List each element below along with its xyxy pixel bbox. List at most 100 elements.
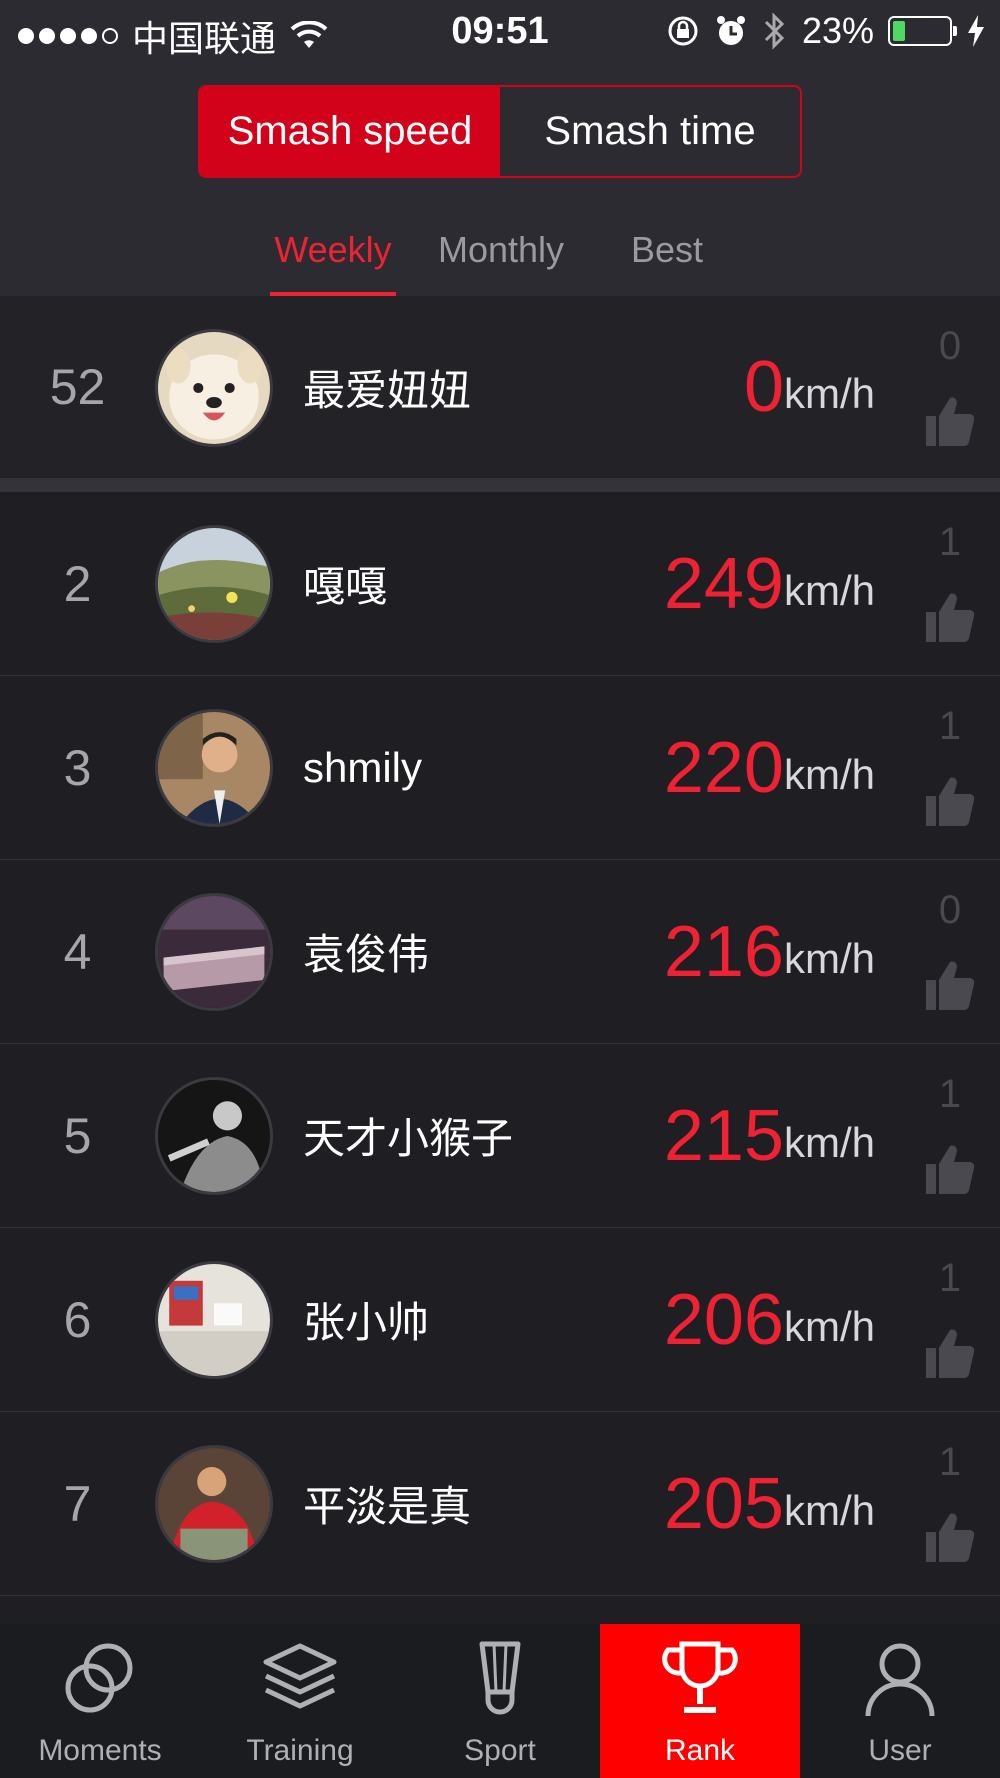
thumbs-up-icon[interactable] <box>926 396 974 446</box>
ranking-row[interactable]: 7 平淡是真 205 km/h 1 <box>0 1412 1000 1596</box>
speed-unit: km/h <box>783 370 875 417</box>
segment-smash-speed[interactable]: Smash speed <box>200 87 500 176</box>
speed-unit: km/h <box>783 566 875 614</box>
battery-icon <box>888 16 957 46</box>
player-name: 平淡是真 <box>303 1483 472 1530</box>
speed-unit: km/h <box>783 1118 875 1166</box>
tab-label: User <box>868 1734 932 1767</box>
like-count: 1 <box>938 1072 962 1116</box>
player-name: 天才小猴子 <box>303 1115 514 1162</box>
thumbs-up-icon[interactable] <box>926 960 974 1010</box>
trophy-icon <box>662 1641 738 1713</box>
tab-monthly[interactable]: Monthly <box>432 220 570 296</box>
ranking-row[interactable]: 2 嘎嘎 249 km/h 1 <box>0 492 1000 676</box>
tab-label: Training <box>246 1734 354 1767</box>
tab-rank[interactable]: Rank <box>600 1624 800 1778</box>
speed-number: 205 <box>663 1463 784 1544</box>
avatar[interactable] <box>155 1261 273 1379</box>
flowers-avatar-image <box>158 528 270 640</box>
thumbs-up-icon[interactable] <box>926 1328 974 1378</box>
speed-unit: km/h <box>783 934 875 982</box>
player-name: 最爱妞妞 <box>303 366 472 414</box>
list-separator <box>0 478 1000 492</box>
tab-sport[interactable]: Sport <box>400 1624 600 1778</box>
speed-value: 220 km/h <box>664 676 875 859</box>
tab-training[interactable]: Training <box>200 1624 400 1778</box>
speed-number: 0 <box>743 347 784 427</box>
like-count: 0 <box>938 888 962 932</box>
table-scene-avatar-image <box>158 896 270 1008</box>
tab-user[interactable]: User <box>800 1624 1000 1778</box>
rank-number: 7 <box>63 1475 92 1532</box>
period-tabs: Weekly Monthly Best <box>0 220 1000 296</box>
avatar[interactable] <box>155 329 273 447</box>
man-portrait-avatar-image <box>158 712 270 824</box>
tab-label: Rank <box>664 1734 736 1767</box>
tab-weekly[interactable]: Weekly <box>270 220 396 296</box>
speed-value: 0 km/h <box>744 296 875 478</box>
battery-percent: 23% <box>801 10 874 51</box>
rank-number: 2 <box>63 555 92 612</box>
tab-label: Sport <box>464 1734 536 1767</box>
ranking-row[interactable]: 3 shmily 220 km/h 1 <box>0 676 1000 860</box>
speed-number: 216 <box>663 911 784 992</box>
speed-value: 205 km/h <box>664 1412 875 1595</box>
ranking-row[interactable]: 6 张小帅 206 km/h 1 <box>0 1228 1000 1412</box>
ranking-row[interactable]: 5 天才小猴子 215 km/h 1 <box>0 1044 1000 1228</box>
speed-number: 206 <box>663 1279 784 1360</box>
tab-label: Moments <box>38 1734 162 1767</box>
avatar[interactable] <box>155 893 273 1011</box>
bluetooth-icon <box>764 12 785 50</box>
user-icon <box>865 1643 935 1717</box>
my-rank-row[interactable]: 52 最爱妞妞 0 km/h 0 <box>0 296 1000 478</box>
avatar[interactable] <box>155 709 273 827</box>
avatar[interactable] <box>155 1077 273 1195</box>
rank-number: 3 <box>63 739 92 796</box>
rotation-lock-icon <box>668 16 698 46</box>
speed-value: 206 km/h <box>664 1228 875 1411</box>
dog-avatar-image <box>158 332 270 444</box>
speed-value: 215 km/h <box>664 1044 875 1227</box>
speed-value: 249 km/h <box>664 492 875 675</box>
segment-smash-time[interactable]: Smash time <box>500 87 800 176</box>
like-count: 0 <box>938 324 962 368</box>
shuttlecock-icon <box>479 1641 521 1715</box>
rank-number: 4 <box>63 923 92 980</box>
speed-value: 216 km/h <box>664 860 875 1043</box>
like-count: 1 <box>938 704 962 748</box>
speed-number: 215 <box>663 1095 784 1176</box>
ranking-row[interactable]: 4 袁俊伟 216 km/h 0 <box>0 860 1000 1044</box>
like-count: 1 <box>938 520 962 564</box>
speed-unit: km/h <box>783 750 875 798</box>
speed-number: 249 <box>663 543 784 624</box>
ranking-list: 52 最爱妞妞 0 km/h 0 2 嘎嘎 249 km/h 1 3 shmil… <box>0 296 1000 1778</box>
avatar[interactable] <box>155 1445 273 1563</box>
metric-segmented-control: Smash speed Smash time <box>198 85 802 178</box>
speed-number: 220 <box>663 727 784 808</box>
thumbs-up-icon[interactable] <box>926 1512 974 1562</box>
rank-number: 5 <box>63 1107 92 1164</box>
like-count: 1 <box>938 1256 962 1300</box>
thumbs-up-icon[interactable] <box>926 592 974 642</box>
alarm-icon <box>716 16 745 45</box>
tab-best[interactable]: Best <box>622 220 712 296</box>
athlete-bw-avatar-image <box>158 1080 270 1192</box>
player-name: 嘎嘎 <box>303 563 388 610</box>
player-name: shmily <box>303 743 423 791</box>
moments-icon <box>65 1643 133 1713</box>
player-name: 张小帅 <box>303 1299 430 1346</box>
avatar[interactable] <box>155 525 273 643</box>
bottom-tab-bar: Moments Training Sport Rank User <box>0 1624 1000 1778</box>
speed-unit: km/h <box>783 1302 875 1350</box>
rank-number: 52 <box>49 359 106 415</box>
layers-icon <box>263 1643 337 1709</box>
battery-level-fill <box>893 21 905 41</box>
charging-bolt-icon <box>968 15 984 47</box>
man-red-shirt-avatar-image <box>158 1448 270 1560</box>
thumbs-up-icon[interactable] <box>926 776 974 826</box>
tab-moments[interactable]: Moments <box>0 1624 200 1778</box>
thumbs-up-icon[interactable] <box>926 1144 974 1194</box>
player-name: 袁俊伟 <box>303 931 430 978</box>
like-count: 1 <box>938 1440 962 1484</box>
status-right: 23% <box>666 10 986 52</box>
